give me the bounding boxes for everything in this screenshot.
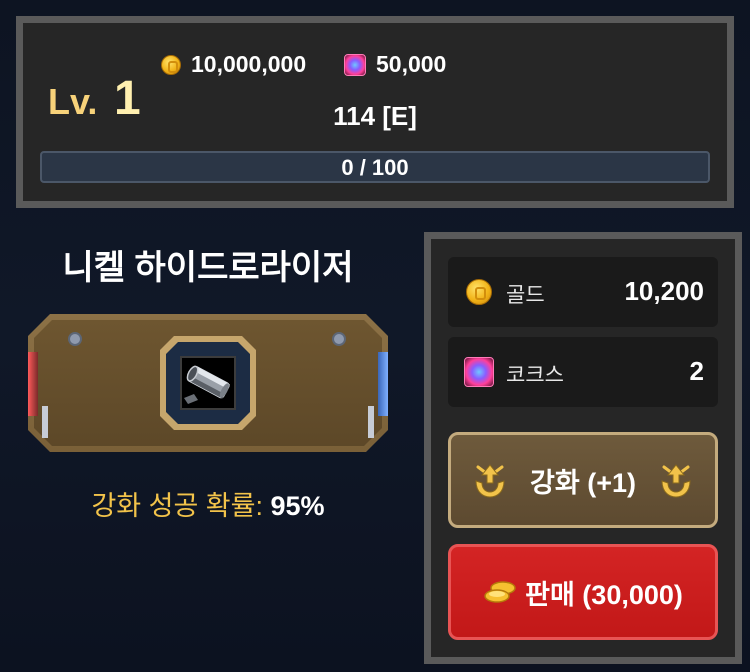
level-code: 114 [E] (333, 101, 417, 131)
sell-button[interactable]: 판매 (30,000) (448, 544, 718, 640)
success-chance-value: 95% (270, 491, 325, 521)
xp-progress-text: 0 / 100 (341, 155, 409, 180)
sell-button-label: 판매 (30,000) (525, 579, 683, 610)
enhance-button-label: 강화 (+1) (530, 467, 636, 498)
enhance-button[interactable]: 강화 (+1) (448, 432, 718, 528)
right-side-light (378, 352, 388, 416)
gold-coin-icon (161, 54, 181, 75)
item-display-frame (28, 314, 388, 452)
enhance-up-icon (661, 464, 691, 498)
gold-coin-icon (466, 279, 492, 305)
cocos-cost-value: 2 (689, 356, 704, 386)
enhance-panel: 골드 10,200 코크스 2 강화 (+1) 판매 (30,000) (424, 232, 742, 664)
rivet-icon (68, 332, 82, 346)
player-status-panel: Lv. 1 10,000,000 50,000 114 [E] 0 / 100 (16, 16, 734, 208)
gold-cost-row: 골드 10,200 (448, 257, 718, 327)
gold-balance: 10,000,000 (161, 51, 306, 78)
coins-stack-icon (484, 581, 516, 603)
right-side-bar (368, 406, 374, 438)
enhance-up-icon (475, 464, 505, 498)
left-side-light (28, 352, 38, 416)
gold-amount: 10,000,000 (191, 51, 307, 77)
left-side-bar (42, 406, 48, 438)
item-name: 니켈 하이드로라이저 (62, 249, 354, 287)
success-chance-label: 강화 성공 확률: (91, 491, 263, 521)
item-slot[interactable] (160, 336, 256, 430)
nickel-hydrolyzer-tube-icon (180, 356, 236, 410)
gold-cost-value: 10,200 (624, 276, 704, 306)
gold-cost-label: 골드 (506, 284, 545, 307)
success-chance: 강화 성공 확률: 95% (0, 484, 416, 523)
cocos-amount: 50,000 (376, 51, 447, 77)
rivet-icon (332, 332, 346, 346)
cocos-cost-label: 코크스 (506, 364, 564, 387)
cocos-gem-icon (464, 357, 494, 387)
cocos-cost-row: 코크스 2 (448, 337, 718, 407)
cocos-balance: 50,000 (344, 51, 446, 78)
cocos-gem-icon (344, 53, 366, 76)
xp-progress-bar: 0 / 100 (40, 151, 710, 183)
